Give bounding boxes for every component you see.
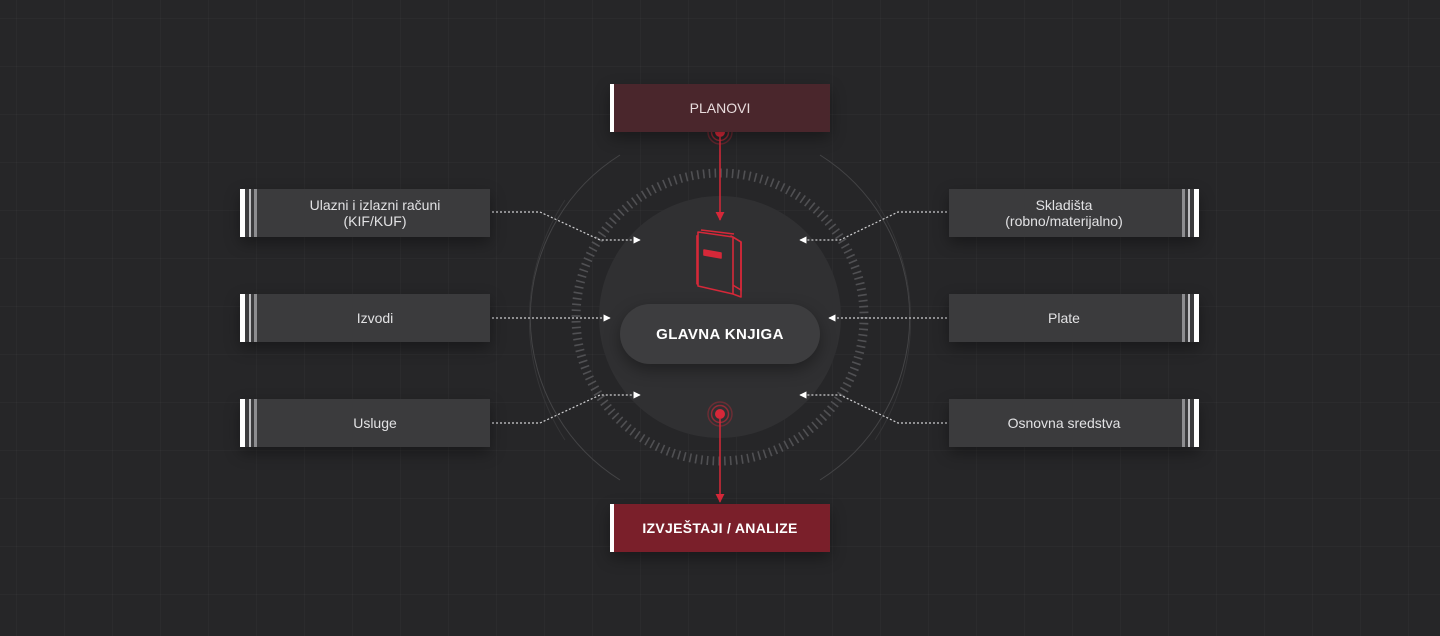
right-box-1-text: Skladišta (robno/materijalno) [1005, 197, 1123, 229]
planovi-label: PLANOVI [689, 100, 751, 116]
connector-left-3 [492, 391, 641, 424]
right-box-1-line2: (robno/materijalno) [1005, 213, 1123, 229]
left-box-3-text: Usluge [353, 415, 397, 431]
left-box-2-text: Izvodi [356, 310, 394, 326]
planovi-box: PLANOVI [610, 84, 830, 132]
stripe-accent [240, 294, 260, 342]
right-box-2-text: Plate [1048, 310, 1080, 326]
izvjestaji-box: IZVJEŠTAJI / ANALIZE [610, 504, 830, 552]
stripe-accent [1179, 189, 1199, 237]
outer-ring-right-2 [874, 199, 912, 441]
left-box-1-line1: Ulazni i izlazni računi [309, 197, 441, 213]
outer-ring-left-2 [528, 199, 566, 441]
right-box-plate: Plate [949, 294, 1199, 342]
glavna-knjiga-label: GLAVNA KNJIGA [656, 325, 784, 343]
connector-left-1 [492, 211, 641, 244]
connector-right-3 [799, 391, 947, 424]
stripe-accent [1179, 294, 1199, 342]
right-box-3-text: Osnovna sredstva [1007, 415, 1121, 431]
right-box-skladista: Skladišta (robno/materijalno) [949, 189, 1199, 237]
stripe-accent [240, 399, 260, 447]
connector-right-1 [799, 211, 947, 244]
izvjestaji-label: IZVJEŠTAJI / ANALIZE [642, 520, 798, 536]
left-box-izvodi: Izvodi [240, 294, 490, 342]
diagram-stage: PLANOVI IZVJEŠTAJI / ANALIZE GLAVNA KNJI… [0, 0, 1440, 636]
left-box-usluge: Usluge [240, 399, 490, 447]
left-box-1-line2: (KIF/KUF) [343, 213, 407, 229]
right-box-1-line1: Skladišta [1035, 197, 1093, 213]
glavna-knjiga-node: GLAVNA KNJIGA [620, 304, 820, 364]
left-box-ulazni-racuni: Ulazni i izlazni računi (KIF/KUF) [240, 189, 490, 237]
stripe-accent [1179, 399, 1199, 447]
left-box-1-text: Ulazni i izlazni računi (KIF/KUF) [310, 197, 441, 229]
stripe-accent [240, 189, 260, 237]
right-box-osnovna-sredstva: Osnovna sredstva [949, 399, 1199, 447]
